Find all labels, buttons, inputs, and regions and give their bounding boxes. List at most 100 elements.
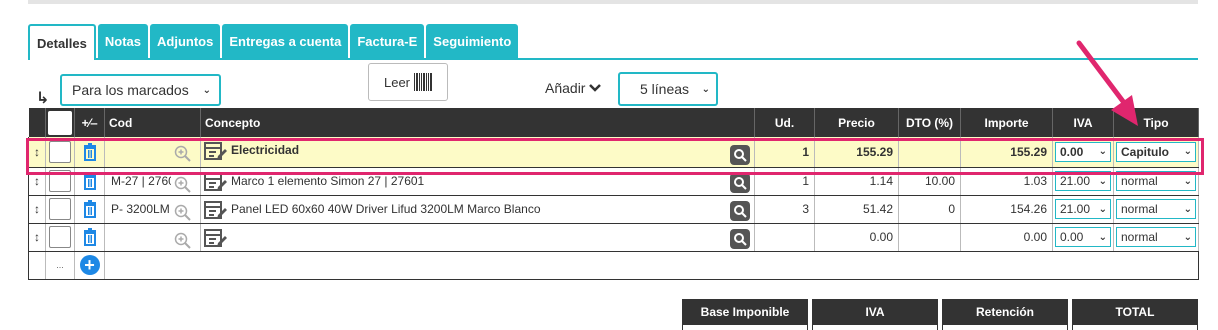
- ud-cell[interactable]: 1: [754, 137, 815, 168]
- row-checkbox[interactable]: [49, 170, 71, 192]
- tab-factura-e[interactable]: Factura-E: [350, 24, 425, 58]
- tipo-cell: normal ⌄: [1113, 167, 1199, 196]
- precio-cell[interactable]: 1.14: [814, 167, 899, 196]
- tab-seguimiento[interactable]: Seguimiento: [426, 24, 519, 58]
- leer-label: Leer: [383, 74, 411, 90]
- edit-list-icon[interactable]: [204, 142, 228, 162]
- add-remove-header: +⁄‒: [74, 108, 105, 137]
- concepto-value: Electricidad: [231, 143, 300, 157]
- total-value: [1072, 325, 1198, 330]
- leer-barcode-button[interactable]: Leer: [368, 63, 448, 101]
- iva-value: 21.00: [1060, 202, 1091, 216]
- tab-adjuntos[interactable]: Adjuntos: [150, 24, 221, 58]
- row-checkbox[interactable]: [49, 140, 71, 163]
- table-row: ↕ 0.00 0.00 0.00 ⌄ normal ⌄: [28, 223, 1199, 252]
- zoom-in-icon[interactable]: [174, 204, 192, 222]
- dto-cell[interactable]: 10.00: [898, 167, 961, 196]
- dto-cell[interactable]: 0: [898, 195, 961, 224]
- ud-cell[interactable]: 3: [754, 195, 815, 224]
- concepto-cell[interactable]: [200, 223, 755, 252]
- concepto-cell[interactable]: Electricidad: [200, 137, 755, 168]
- lines-count-select[interactable]: 5 líneas ⌄: [618, 72, 718, 106]
- delete-cell: [74, 195, 105, 224]
- chevron-down-icon: ⌄: [1183, 146, 1192, 158]
- importe-cell: 1.03: [960, 167, 1053, 196]
- precio-cell[interactable]: 51.42: [814, 195, 899, 224]
- edit-list-icon[interactable]: [204, 200, 228, 221]
- tipo-value: normal: [1121, 202, 1158, 216]
- drag-handle-icon[interactable]: ↕: [28, 223, 46, 252]
- zoom-in-icon[interactable]: [174, 145, 192, 163]
- search-icon[interactable]: [730, 144, 750, 165]
- tab-detalles[interactable]: Detalles: [28, 24, 96, 60]
- select-all-checkbox[interactable]: [48, 110, 72, 135]
- concepto-cell[interactable]: Marco 1 elemento Simon 27 | 27601: [200, 167, 755, 196]
- cod-cell[interactable]: [104, 223, 201, 252]
- ud-cell[interactable]: [754, 223, 815, 252]
- add-line-plus-icon[interactable]: +: [79, 255, 100, 275]
- base-imponible-header: Base Imponible: [682, 299, 808, 325]
- cod-cell[interactable]: P- 3200LM: [104, 195, 201, 224]
- add-row-spacer: [28, 251, 46, 280]
- totals-total-col: TOTAL: [1072, 299, 1198, 330]
- row-checkbox[interactable]: [49, 198, 71, 220]
- drag-handle-icon[interactable]: ↕: [28, 195, 46, 224]
- chevron-down-icon: ⌄: [1183, 203, 1192, 215]
- zoom-in-icon[interactable]: [174, 232, 192, 250]
- tipo-cell: normal ⌄: [1113, 223, 1199, 252]
- tab-entregas-a-cuenta[interactable]: Entregas a cuenta: [222, 24, 349, 58]
- importe-cell: 154.26: [960, 195, 1053, 224]
- search-icon[interactable]: [730, 200, 750, 221]
- marked-action-select[interactable]: Para los marcados ⌄: [60, 74, 221, 106]
- trash-icon[interactable]: [83, 228, 97, 246]
- trash-icon[interactable]: [83, 142, 97, 161]
- chevron-down-icon: ⌄: [701, 83, 710, 95]
- tipo-select[interactable]: normal ⌄: [1116, 227, 1196, 247]
- dto-cell[interactable]: [898, 223, 961, 252]
- table-row: ↕ M-27 | 27601 Marco 1 elemento Simon 27…: [28, 167, 1199, 196]
- trash-icon[interactable]: [83, 172, 97, 190]
- drag-handle-icon[interactable]: ↕: [28, 167, 46, 196]
- edit-list-icon[interactable]: [204, 172, 228, 193]
- table-header-row: +⁄‒ Cod Concepto Ud. Precio DTO (%) Impo…: [28, 108, 1199, 137]
- row-checkbox[interactable]: [49, 226, 71, 248]
- retencion-header: Retención: [942, 299, 1068, 325]
- totals-base-col: Base Imponible: [682, 299, 808, 330]
- dto-cell[interactable]: [898, 137, 961, 168]
- tipo-cell: normal ⌄: [1113, 195, 1199, 224]
- add-line-cell: +: [74, 251, 105, 280]
- search-icon[interactable]: [730, 228, 750, 249]
- lines-count-value: 5 líneas: [640, 81, 690, 97]
- ud-cell[interactable]: 1: [754, 167, 815, 196]
- concepto-value: Marco 1 elemento Simon 27 | 27601: [231, 173, 425, 188]
- delete-cell: [74, 223, 105, 252]
- select-all-header: [45, 108, 75, 137]
- iva-select[interactable]: 0.00 ⌄: [1055, 227, 1111, 247]
- anadir-menu[interactable]: Añadir: [545, 80, 602, 96]
- iva-select[interactable]: 21.00 ⌄: [1055, 199, 1111, 219]
- cod-value: P- 3200LM: [111, 201, 170, 216]
- precio-cell[interactable]: 0.00: [814, 223, 899, 252]
- iva-select[interactable]: 0.00 ⌄: [1055, 141, 1111, 162]
- row-checkbox-cell: [45, 223, 75, 252]
- cod-value: M-27 | 27601: [111, 173, 171, 188]
- drag-handle-icon[interactable]: ↕: [28, 137, 46, 168]
- iva-select[interactable]: 21.00 ⌄: [1055, 171, 1111, 191]
- delete-cell: [74, 167, 105, 196]
- concepto-cell[interactable]: Panel LED 60x60 40W Driver Lifud 3200LM …: [200, 195, 755, 224]
- zoom-in-icon[interactable]: [174, 176, 192, 194]
- add-row-fill: [104, 251, 1199, 280]
- tipo-select[interactable]: normal ⌄: [1116, 199, 1196, 219]
- edit-list-icon[interactable]: [204, 228, 228, 249]
- trash-icon[interactable]: [83, 200, 97, 218]
- tipo-select[interactable]: Capitulo ⌄: [1116, 141, 1196, 162]
- cod-cell[interactable]: M-27 | 27601: [104, 167, 201, 196]
- totals-iva-col: IVA: [812, 299, 938, 330]
- cod-cell[interactable]: [104, 137, 201, 168]
- row-checkbox-cell: [45, 137, 75, 168]
- precio-cell[interactable]: 155.29: [814, 137, 899, 168]
- tab-notas[interactable]: Notas: [97, 24, 148, 58]
- importe-header: Importe: [960, 108, 1053, 137]
- tipo-select[interactable]: normal ⌄: [1116, 171, 1196, 191]
- search-icon[interactable]: [730, 172, 750, 193]
